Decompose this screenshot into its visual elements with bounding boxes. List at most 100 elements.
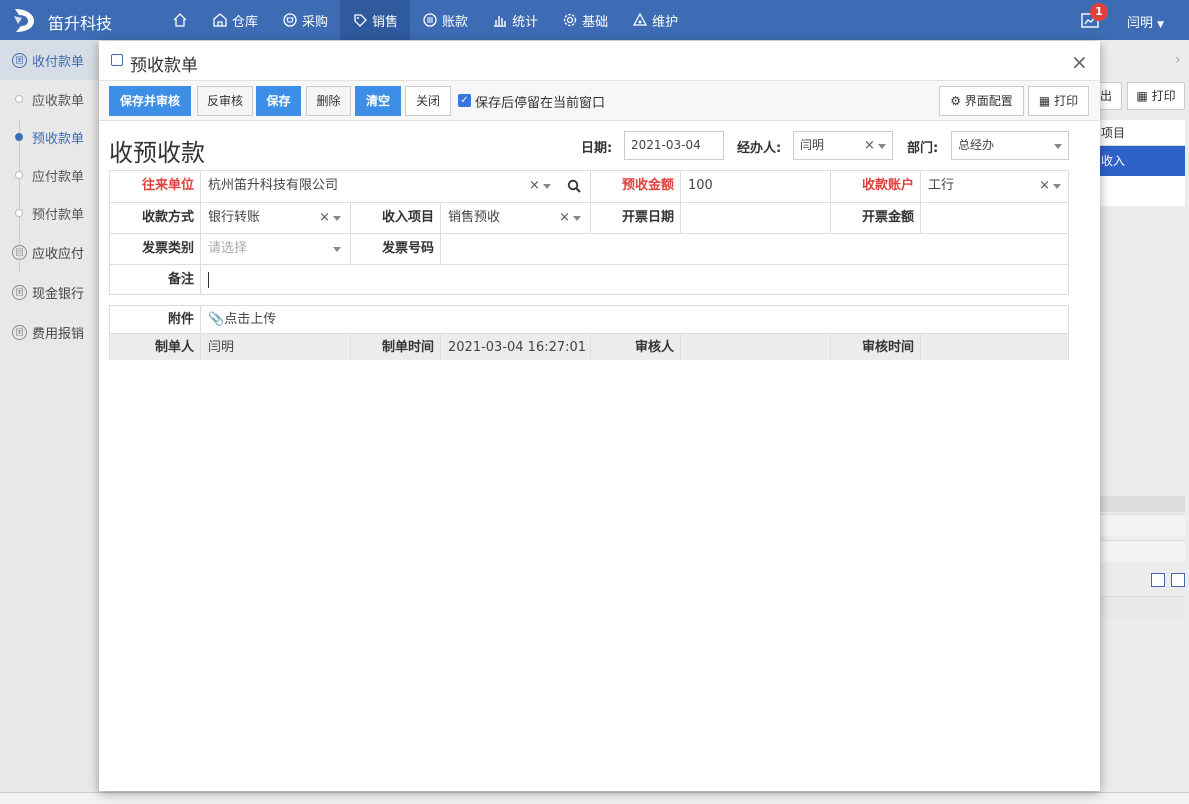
date-input[interactable]: 2021-03-04 <box>624 131 724 160</box>
nav-warehouse-label: 仓库 <box>232 14 259 30</box>
clear-icon[interactable]: × <box>864 132 875 159</box>
close-button[interactable]: 关闭 <box>405 86 451 116</box>
nav-account-label: 账款 <box>442 14 469 30</box>
clear-icon[interactable]: × <box>529 171 540 201</box>
remark-input[interactable] <box>200 265 1068 295</box>
sidebar-group-label: 现金银行 <box>32 286 85 302</box>
tree-dot-icon <box>15 95 23 103</box>
print-button[interactable]: ▦ 打印 <box>1028 86 1089 116</box>
sidebar-item-label: 应付款单 <box>32 169 85 185</box>
purchase-icon <box>283 13 297 27</box>
audit-time-value <box>920 334 1068 360</box>
nav-account[interactable]: 账款 <box>410 0 480 40</box>
sidebar-item-label: 预付款单 <box>32 207 85 223</box>
sidebar-group-ar-ap[interactable]: 囯 应收应付 <box>0 232 98 272</box>
ledger-icon: 囯 <box>12 284 27 300</box>
background-row <box>1099 176 1185 206</box>
save-and-audit-button[interactable]: 保存并审核 <box>109 86 191 116</box>
nav-purchase[interactable]: 采购 <box>270 0 340 40</box>
sales-icon <box>354 14 367 27</box>
paperclip-icon: 📎 <box>208 312 225 327</box>
search-icon[interactable] <box>567 179 581 193</box>
dept-label: 部门: <box>907 141 939 156</box>
invoice-type-select[interactable]: 请选择 <box>200 234 350 264</box>
income-select[interactable]: 销售预收 × <box>440 203 590 233</box>
tree-dot-icon <box>15 171 23 179</box>
nav-home[interactable] <box>160 0 200 40</box>
sidebar-item-payable[interactable]: 应付款单 <box>0 156 98 194</box>
handler-label: 经办人: <box>737 141 782 156</box>
chevron-right-icon[interactable]: › <box>1175 52 1181 68</box>
amount-input[interactable]: 100 <box>680 171 830 202</box>
stay-after-save-checkbox[interactable]: ✓ <box>458 94 471 107</box>
form-fields-grid: 往来单位 杭州笛升科技有限公司 × 预收金额 100 收款账户 工行 × 收款方… <box>109 170 1069 295</box>
account-select[interactable]: 工行 × <box>920 171 1068 202</box>
notification-badge: 1 <box>1090 3 1108 21</box>
form-row: 附件 📎点击上传 <box>110 306 1068 333</box>
amount-label: 预收金额 <box>590 171 680 202</box>
ui-config-button[interactable]: ⚙ 界面配置 <box>939 86 1024 116</box>
partner-select[interactable]: 杭州笛升科技有限公司 × <box>200 171 590 202</box>
nav-stats[interactable]: 统计 <box>480 0 550 40</box>
delete-button[interactable]: 删除 <box>306 86 351 116</box>
sidebar-group-expense[interactable]: 囯 费用报销 <box>0 312 98 352</box>
sidebar-group-label: 应收应付 <box>32 246 85 262</box>
brand-name: 笛升科技 <box>48 14 113 33</box>
stay-after-save-label[interactable]: 保存后停留在当前窗口 <box>475 92 605 111</box>
sidebar-group-cash-bank[interactable]: 囯 现金银行 <box>0 272 98 312</box>
sidebar-group-receipts-payments[interactable]: 囯 收付款单 <box>0 40 98 80</box>
form-row: 收款方式 银行转账 × 收入项目 销售预收 × 开票日期 开票金额 <box>110 202 1068 233</box>
clear-icon[interactable]: × <box>319 203 330 233</box>
invoice-date-input[interactable] <box>680 203 830 233</box>
dept-select[interactable]: 总经办 <box>951 131 1069 160</box>
nav-sales[interactable]: 销售 <box>340 0 411 40</box>
background-scrollbar[interactable] <box>1099 496 1185 512</box>
nav-warehouse[interactable]: 仓库 <box>200 0 270 40</box>
close-icon[interactable]: × <box>1071 50 1088 74</box>
sidebar-item-label: 应收款单 <box>32 93 85 109</box>
sidebar-group-label: 费用报销 <box>32 326 85 342</box>
minimize-icon[interactable] <box>1151 573 1165 587</box>
dropdown-caret-icon <box>543 184 551 189</box>
remark-label: 备注 <box>167 272 194 287</box>
nav-maintain[interactable]: 维护 <box>620 0 690 40</box>
income-value: 销售预收 <box>448 210 501 225</box>
form-title: 收预收款 <box>109 139 205 167</box>
dept-value: 总经办 <box>958 138 995 152</box>
nav-basic[interactable]: 基础 <box>550 0 620 40</box>
user-menu[interactable]: 闫明 ▼ <box>1127 12 1164 31</box>
maximize-icon[interactable] <box>1171 573 1185 587</box>
method-select[interactable]: 银行转账 × <box>200 203 350 233</box>
text-cursor <box>208 271 209 288</box>
sidebar-group-label: 收付款单 <box>32 54 85 70</box>
creator-value: 闫明 <box>200 334 350 360</box>
sidebar-item-advance-receipt[interactable]: 预收款单 <box>0 118 98 156</box>
dropdown-caret-icon <box>878 144 886 149</box>
tree-dot-icon <box>15 209 23 217</box>
nav-basic-label: 基础 <box>582 14 609 30</box>
clear-button[interactable]: 清空 <box>355 86 401 116</box>
method-label: 收款方式 <box>141 210 194 225</box>
tree-dot-icon <box>15 133 23 141</box>
background-selected-row[interactable]: 收入 <box>1099 146 1185 176</box>
unaudit-button[interactable]: 反审核 <box>197 86 253 116</box>
invoice-no-label: 发票号码 <box>350 234 440 264</box>
form-row: 往来单位 杭州笛升科技有限公司 × 预收金额 100 收款账户 工行 × <box>110 171 1068 202</box>
background-print-button[interactable]: ▦ 打印 <box>1127 82 1185 110</box>
invoice-no-input[interactable] <box>440 234 1068 264</box>
invoice-amount-input[interactable] <box>920 203 1068 233</box>
handler-select[interactable]: 闫明 × <box>793 131 893 160</box>
dialog-titlebar: 预收款单 × <box>99 41 1100 81</box>
sidebar-item-advance-payment[interactable]: 预付款单 <box>0 194 98 232</box>
save-button[interactable]: 保存 <box>256 86 301 116</box>
clear-icon[interactable]: × <box>1039 171 1050 201</box>
advance-receipt-dialog: 预收款单 × 保存并审核 反审核 保存 删除 清空 关闭 ✓ 保存后停留在当前窗… <box>99 41 1100 791</box>
sidebar-item-receivable[interactable]: 应收款单 <box>0 80 98 118</box>
warehouse-icon <box>213 13 227 27</box>
window-icon <box>111 54 123 66</box>
upload-link[interactable]: 📎点击上传 <box>200 306 1068 333</box>
dropdown-caret-icon <box>333 216 341 221</box>
home-icon <box>173 13 187 27</box>
clear-icon[interactable]: × <box>559 203 570 233</box>
method-value: 银行转账 <box>208 210 261 225</box>
